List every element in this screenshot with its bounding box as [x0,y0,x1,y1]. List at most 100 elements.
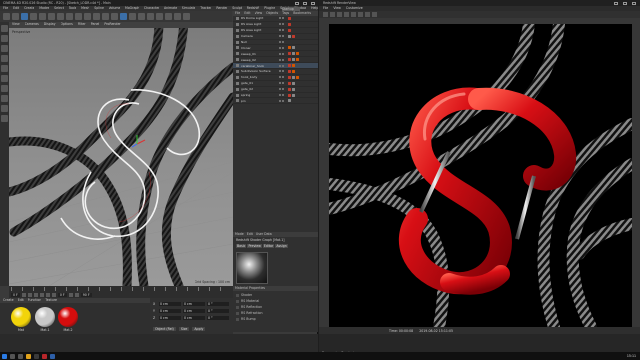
visibility-dots[interactable] [279,41,284,43]
tag-icon[interactable] [288,16,291,20]
apply-button[interactable]: Apply [192,327,206,331]
tag-icon[interactable] [296,75,299,79]
tag-icon[interactable] [288,28,291,32]
render-visibility-dot[interactable] [282,58,284,61]
material-swatch-yellow[interactable] [11,307,31,327]
editor-visibility-dot[interactable] [279,41,281,43]
axis-mode-icon[interactable] [1,85,8,92]
material-property-row[interactable]: RS Reflection [236,305,262,309]
render-visibility-dot[interactable] [282,29,284,32]
render-visibility-dot[interactable] [282,82,284,85]
mm-menu-edit[interactable]: Edit [18,298,24,303]
redshift-taskbar-icon[interactable] [42,353,47,359]
file-explorer-icon[interactable] [26,353,31,359]
perspective-viewport[interactable]: View Cameras Display Options Filter Pane… [9,22,233,286]
tag-icon[interactable] [288,81,291,85]
render-visibility-dot[interactable] [282,76,284,79]
pos-field[interactable]: 0 cm [159,316,181,320]
cube-icon[interactable] [120,13,127,20]
size-field[interactable]: 0 cm [183,302,205,306]
render-visibility-dot[interactable] [282,88,284,91]
rot-field[interactable]: 0 ° [207,316,229,320]
tag-icon[interactable] [292,87,295,91]
redo-icon[interactable] [12,13,19,20]
visibility-dots[interactable] [279,46,284,49]
tag-icon[interactable] [292,69,295,73]
editor-visibility-dot[interactable] [279,58,281,61]
tag-icon[interactable] [292,34,295,38]
tag-icon[interactable] [288,52,291,56]
om-menu-objects[interactable]: Objects [266,11,278,16]
editor-visibility-dot[interactable] [279,76,281,79]
goto-start-icon[interactable] [21,292,26,297]
visibility-dots[interactable] [279,76,284,79]
undo-icon[interactable] [3,13,10,20]
rot-field[interactable]: 0 ° [207,309,229,313]
editor-visibility-dot[interactable] [279,70,281,73]
edges-mode-icon[interactable] [1,65,8,72]
tag-icon[interactable] [292,52,295,56]
visibility-dots[interactable] [279,94,284,97]
render-settings-icon[interactable] [111,13,118,20]
editor-visibility-dot[interactable] [279,23,281,26]
tag-icon[interactable] [288,34,291,38]
material-swatch-red[interactable] [58,307,78,327]
property-checkbox[interactable] [236,305,239,309]
rs-zoom-icon[interactable] [365,12,370,17]
render-visibility-dot[interactable] [282,41,284,43]
am-menu-userdata[interactable]: User Data [256,232,272,237]
mm-menu-function[interactable]: Function [28,298,42,303]
coordinate-system-icon[interactable] [84,13,91,20]
material-property-row[interactable]: RS Refraction [236,311,263,315]
scale-icon[interactable] [39,13,46,20]
rs-region-icon[interactable] [358,12,363,17]
live-selection-icon[interactable] [21,13,28,20]
editor-visibility-dot[interactable] [279,29,281,32]
visibility-dots[interactable] [279,70,284,73]
editor-visibility-dot[interactable] [279,64,281,67]
material-property-row[interactable]: RS Material [236,299,259,303]
editor-visibility-dot[interactable] [279,17,281,20]
property-checkbox[interactable] [236,311,239,315]
next-key-icon[interactable] [45,292,50,297]
rs-stop-icon[interactable] [330,12,335,17]
bend-icon[interactable] [156,13,163,20]
editor-visibility-dot[interactable] [279,82,281,85]
close-icon[interactable] [311,1,315,5]
workplane-icon[interactable] [1,105,8,112]
floor-icon[interactable] [165,13,172,20]
play-icon[interactable] [39,292,44,297]
render-visibility-dot[interactable] [282,64,284,67]
vp-menu-filter[interactable]: Filter [78,22,86,28]
size-field[interactable]: 0 cm [183,316,205,320]
array-icon[interactable] [147,13,154,20]
editor-visibility-dot[interactable] [279,35,281,38]
search-icon[interactable] [10,353,15,359]
object-row[interactable]: pin [233,98,318,105]
rs-ipr-icon[interactable] [337,12,342,17]
prev-key-icon[interactable] [27,292,32,297]
material-swatch-chrome[interactable] [35,307,55,327]
goto-end-icon[interactable] [51,292,56,297]
rs-aov-icon[interactable] [372,12,377,17]
editor-visibility-dot[interactable] [279,52,281,55]
render-visibility-dot[interactable] [282,46,284,49]
model-mode-icon[interactable] [1,35,8,42]
tab-editor[interactable]: Editor [262,244,275,248]
property-checkbox[interactable] [236,293,239,297]
render-visibility-dot[interactable] [282,35,284,38]
visibility-dots[interactable] [279,82,284,85]
am-menu-mode[interactable]: Mode [235,232,244,237]
tab-preview[interactable]: Preview [247,244,262,248]
texture-mode-icon[interactable] [1,45,8,52]
rot-field[interactable]: 0 ° [207,302,229,306]
tag-icon[interactable] [288,46,291,50]
tag-icon[interactable] [288,64,291,68]
render-visibility-dot[interactable] [282,23,284,26]
render-visibility-dot[interactable] [282,17,284,20]
tag-icon[interactable] [288,58,291,62]
tag-icon[interactable] [288,22,291,26]
browser-icon[interactable] [50,353,55,359]
om-menu-view[interactable]: View [255,11,263,16]
visibility-dots[interactable] [279,64,284,67]
